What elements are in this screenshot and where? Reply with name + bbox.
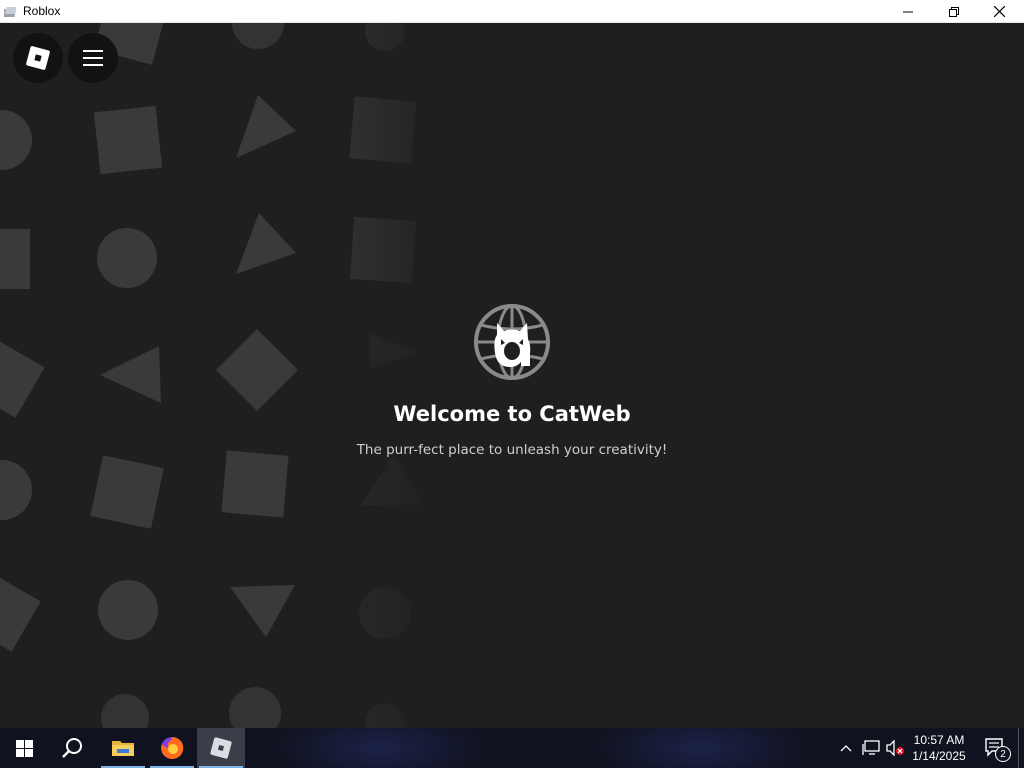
- restore-button[interactable]: [931, 0, 977, 23]
- show-desktop-button[interactable]: [1018, 728, 1024, 768]
- volume-muted-icon: [886, 740, 904, 756]
- square-shape: [221, 450, 289, 518]
- clock-button[interactable]: 10:57 AM 1/14/2025: [908, 728, 970, 768]
- square-shape: [93, 105, 163, 175]
- minimize-icon: [903, 11, 913, 12]
- network-button[interactable]: [860, 728, 882, 768]
- clock-time: 10:57 AM: [913, 733, 965, 747]
- window-titlebar: Roblox: [0, 0, 1024, 23]
- circle-shape: [97, 228, 157, 288]
- welcome-title: Welcome to CatWeb: [393, 402, 631, 426]
- square-shape: [0, 572, 41, 652]
- triangle-shape: [100, 346, 161, 403]
- search-icon: [62, 738, 82, 758]
- triangle-shape: [236, 95, 296, 158]
- triangle-shape: [370, 333, 420, 368]
- triangle-shape: [236, 213, 296, 274]
- hand-print-shape: [101, 694, 149, 728]
- firefox-icon: [161, 736, 184, 759]
- file-explorer-icon: [112, 741, 134, 756]
- minimize-button[interactable]: [885, 0, 931, 23]
- taskbar: 10:57 AM 1/14/2025 2: [0, 728, 1024, 768]
- taskbar-app-firefox[interactable]: [148, 728, 196, 768]
- clock-date: 1/14/2025: [912, 749, 966, 763]
- search-button[interactable]: [48, 728, 96, 768]
- circle-shape: [98, 580, 158, 640]
- taskbar-app-roblox[interactable]: [197, 728, 245, 768]
- network-icon: [862, 740, 880, 755]
- hamburger-menu-icon: [83, 50, 103, 66]
- start-button[interactable]: [0, 728, 48, 768]
- close-icon: [993, 6, 1005, 17]
- circle-shape: [0, 460, 32, 520]
- hand-print-shape: [229, 687, 281, 728]
- triangle-shape: [230, 585, 295, 637]
- square-shape: [349, 216, 417, 284]
- square-shape: [349, 96, 417, 164]
- hamburger-menu-button[interactable]: [68, 33, 118, 83]
- hand-print-shape: [365, 23, 405, 51]
- square-shape: [0, 229, 30, 289]
- windows-start-icon: [15, 739, 33, 757]
- taskbar-app-file-explorer[interactable]: [99, 728, 147, 768]
- roblox-icon: [4, 7, 17, 17]
- show-hidden-icons-button[interactable]: [836, 728, 856, 768]
- roblox-logo-icon: [26, 46, 50, 70]
- game-viewport[interactable]: Welcome to CatWeb The purr-fect place to…: [0, 23, 1024, 728]
- square-shape: [215, 328, 299, 412]
- window-title: Roblox: [23, 4, 61, 18]
- hand-print-shape: [232, 23, 284, 49]
- roblox-icon: [210, 737, 232, 759]
- hand-print-shape: [359, 587, 411, 639]
- notifications-button[interactable]: 2: [976, 728, 1016, 768]
- triangle-shape: [361, 455, 425, 505]
- close-button[interactable]: [976, 0, 1022, 23]
- notification-count-badge: 2: [995, 746, 1011, 762]
- catweb-logo-icon: [474, 304, 550, 380]
- circle-shape: [0, 110, 32, 170]
- restore-icon: [949, 6, 959, 17]
- volume-button[interactable]: [884, 728, 906, 768]
- square-shape: [90, 455, 164, 529]
- roblox-menu-button[interactable]: [13, 33, 63, 83]
- hand-print-shape: [365, 703, 405, 728]
- welcome-tagline: The purr-fect place to unleash your crea…: [356, 442, 668, 458]
- chevron-up-icon: [840, 745, 852, 752]
